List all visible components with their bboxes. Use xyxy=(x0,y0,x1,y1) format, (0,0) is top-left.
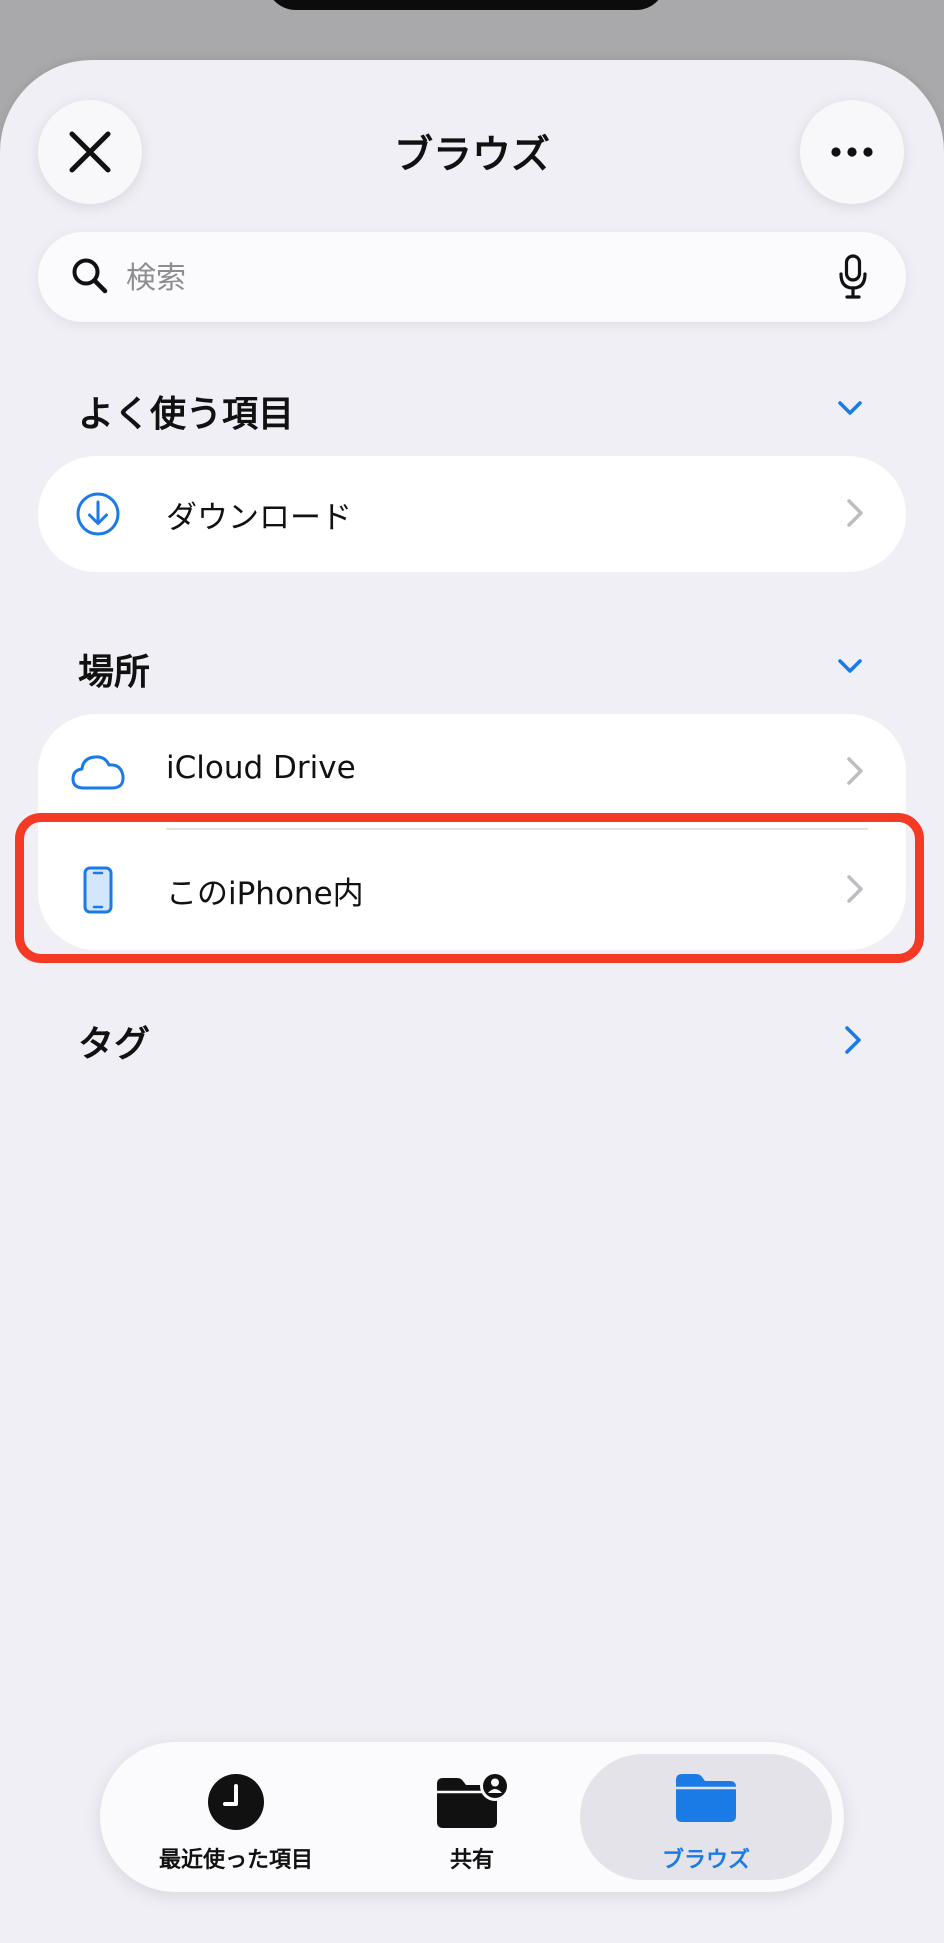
clock-icon xyxy=(208,1774,264,1830)
chevron-right-icon xyxy=(847,757,863,785)
tab-label: ブラウズ xyxy=(661,1848,750,1873)
location-item-icloud-drive[interactable]: iCloud Drive xyxy=(38,714,906,830)
cloud-icon xyxy=(71,755,125,790)
tab-label: 最近使った項目 xyxy=(158,1848,313,1873)
chevron-down-icon[interactable] xyxy=(836,398,864,418)
ellipsis-icon xyxy=(831,147,873,157)
location-item-label: このiPhone内 xyxy=(166,876,364,912)
shared-folder-icon xyxy=(437,1772,510,1828)
tags-section-title[interactable]: タグ xyxy=(78,1015,150,1067)
locations-card: iCloud Drive このiPhone内 xyxy=(38,714,906,950)
search-bar[interactable] xyxy=(38,232,906,322)
dynamic-island xyxy=(266,0,666,10)
microphone-icon[interactable] xyxy=(838,254,868,300)
tab-label: 共有 xyxy=(449,1848,494,1873)
tab-browse[interactable]: ブラウズ xyxy=(580,1742,832,1892)
iphone-icon xyxy=(83,866,113,914)
chevron-down-icon[interactable] xyxy=(836,656,864,676)
folder-icon xyxy=(676,1774,736,1822)
tab-bar: 最近使った項目 共有 ブラウズ xyxy=(100,1742,844,1892)
favorite-item-downloads[interactable]: ダウンロード xyxy=(38,456,906,572)
favorite-item-label: ダウンロード xyxy=(166,500,352,536)
search-input[interactable] xyxy=(124,250,828,306)
chevron-right-icon xyxy=(847,499,863,527)
locations-section-title: 場所 xyxy=(78,652,151,693)
more-button[interactable] xyxy=(800,100,904,204)
download-circle-icon xyxy=(76,492,120,536)
location-item-label: iCloud Drive xyxy=(166,750,356,786)
magnifier-icon xyxy=(72,258,108,294)
chevron-right-icon xyxy=(847,875,863,903)
favorites-section-title: よく使う項目 xyxy=(78,394,295,435)
tab-recents[interactable]: 最近使った項目 xyxy=(120,1742,352,1892)
chevron-right-icon[interactable] xyxy=(843,1024,863,1056)
location-item-on-my-iphone[interactable]: このiPhone内 xyxy=(38,832,906,948)
row-divider xyxy=(166,828,868,830)
browse-sheet xyxy=(0,60,944,1943)
tab-shared[interactable]: 共有 xyxy=(356,1742,588,1892)
favorites-card: ダウンロード xyxy=(38,456,906,572)
